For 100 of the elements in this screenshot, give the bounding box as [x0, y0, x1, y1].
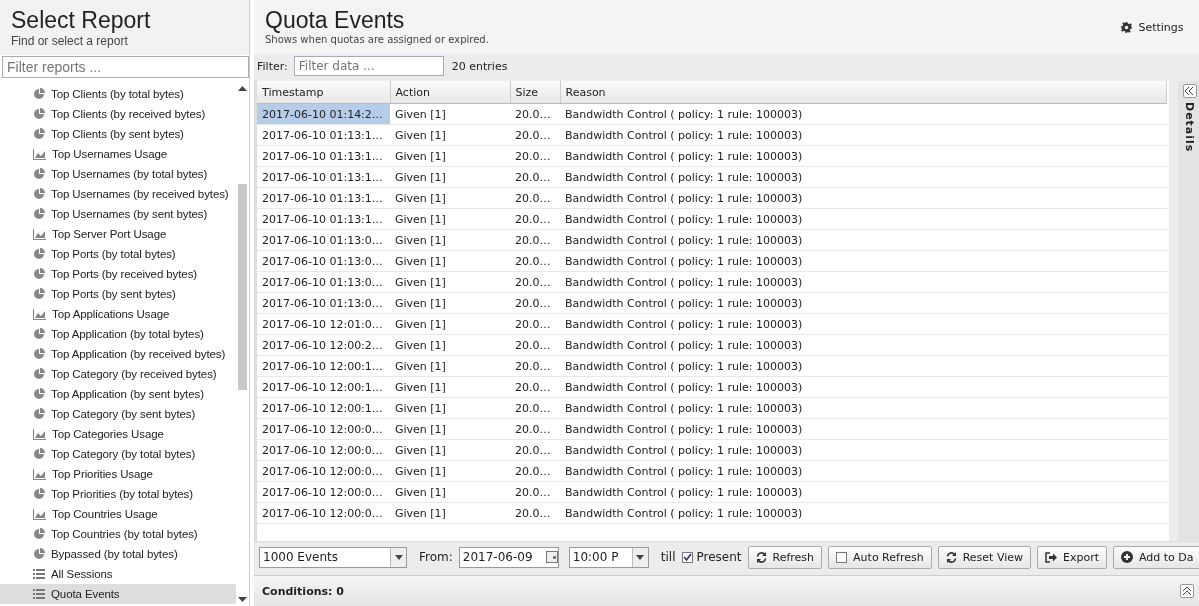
area-chart-icon: [33, 308, 46, 320]
table-cell: Bandwidth Control ( policy: 1 rule: 100003): [560, 208, 1167, 230]
caret-icon: [394, 554, 403, 560]
table-cell: 2017-06-10 01:13:1…: [257, 208, 390, 230]
pie-chart-icon: [33, 448, 45, 460]
table-cell: Given [1]: [390, 418, 510, 440]
area-chart-icon: [33, 468, 46, 480]
report-item[interactable]: Top Clients (by received bytes): [0, 104, 236, 124]
pie-chart-icon: [33, 128, 45, 140]
event-limit-dropdown[interactable]: 1000 Events: [259, 546, 407, 568]
table-cell: Bandwidth Control ( policy: 1 rule: 100003): [560, 397, 1167, 419]
report-item[interactable]: Top Priorities Usage: [0, 464, 236, 484]
table-cell: Given [1]: [390, 271, 510, 293]
report-item[interactable]: Top Countries (by total bytes): [0, 524, 236, 544]
column-header[interactable]: Action: [390, 81, 510, 104]
report-item[interactable]: Top Countries Usage: [0, 504, 236, 524]
table-cell: 20.0…: [510, 103, 560, 125]
report-item[interactable]: Top Application (by received bytes): [0, 344, 236, 364]
table-cell: 20.0…: [510, 124, 560, 146]
table-cell: 2017-06-10 12:01:0…: [257, 313, 390, 335]
settings-icon: [1121, 22, 1133, 33]
settings-button[interactable]: Settings: [1115, 20, 1190, 35]
scroll-up-icon[interactable]: [238, 86, 247, 91]
table-cell: 2017-06-10 01:13:1…: [257, 166, 390, 188]
table-cell: Given [1]: [390, 124, 510, 146]
report-item[interactable]: Top Ports (by received bytes): [0, 264, 236, 284]
table-cell: Bandwidth Control ( policy: 1 rule: 100003): [560, 418, 1167, 440]
table-cell: Given [1]: [390, 376, 510, 398]
area-chart-icon: [33, 228, 46, 240]
toolbar-button[interactable]: Reset View: [937, 545, 1031, 569]
time-dropdown[interactable]: 10:00 P: [568, 546, 649, 568]
pie-chart-icon: [33, 388, 45, 400]
present-label: Present: [696, 550, 742, 564]
report-item[interactable]: Top Usernames Usage: [0, 144, 236, 164]
add-icon: [1121, 551, 1133, 563]
report-item[interactable]: Quota Events: [0, 584, 236, 604]
sidebar-subtitle: Find or select a report: [11, 34, 129, 48]
table-cell: 20.0…: [510, 481, 560, 503]
report-item[interactable]: Top Categories Usage: [0, 424, 236, 444]
scrollbar-thumb[interactable]: [238, 184, 247, 390]
report-item[interactable]: Top Server Port Usage: [0, 224, 236, 244]
pie-chart-icon: [33, 168, 45, 180]
table-cell: 20.0…: [510, 250, 560, 272]
table-cell: Given [1]: [390, 334, 510, 356]
present-checkbox[interactable]: [681, 551, 693, 563]
table-cell: 2017-06-10 12:00:0…: [257, 418, 390, 440]
table-cell: 20.0…: [510, 460, 560, 482]
report-item[interactable]: Top Usernames (by sent bytes): [0, 204, 236, 224]
table-cell: 2017-06-10 01:13:1…: [257, 187, 390, 209]
table-cell: Given [1]: [390, 166, 510, 188]
table-cell: Given [1]: [390, 103, 510, 125]
table-cell: 2017-06-10 01:14:2…: [257, 103, 390, 125]
table-cell: Bandwidth Control ( policy: 1 rule: 100003): [560, 124, 1167, 146]
table-cell: 20.0…: [510, 502, 560, 524]
refresh-icon: [755, 551, 767, 563]
conditions-label: Conditions: 0: [262, 584, 344, 598]
table-cell: 20.0…: [510, 229, 560, 251]
checkbox[interactable]: [836, 551, 848, 563]
report-item[interactable]: Bypassed (by total bytes): [0, 544, 236, 564]
report-item[interactable]: All Sessions: [0, 564, 236, 584]
report-filter-field[interactable]: Filter reports ...: [2, 56, 249, 78]
report-item[interactable]: Top Applications Usage: [0, 304, 236, 324]
column-header[interactable]: Reason: [560, 81, 1167, 104]
collapse-button[interactable]: [1182, 84, 1197, 98]
toolbar-button[interactable]: Refresh: [747, 545, 823, 569]
date-field[interactable]: 2017-06-09: [458, 546, 559, 568]
report-item[interactable]: Top Application (by sent bytes): [0, 384, 236, 404]
refresh-icon: [945, 551, 957, 563]
report-item[interactable]: Top Ports (by sent bytes): [0, 284, 236, 304]
table-cell: 2017-06-10 01:13:1…: [257, 145, 390, 167]
report-item[interactable]: Top Usernames (by total bytes): [0, 164, 236, 184]
column-header[interactable]: Size: [510, 81, 560, 104]
report-item[interactable]: Top Clients (by total bytes): [0, 84, 236, 104]
report-item[interactable]: Top Priorities (by total bytes): [0, 484, 236, 504]
pie-chart-icon: [33, 328, 45, 340]
table-cell: Bandwidth Control ( policy: 1 rule: 100003): [560, 250, 1167, 272]
report-item[interactable]: Top Ports (by total bytes): [0, 244, 236, 264]
report-item[interactable]: Top Category (by total bytes): [0, 444, 236, 464]
expand-button[interactable]: [1179, 584, 1194, 598]
toolbar-button[interactable]: Add to Da: [1113, 545, 1199, 569]
data-filter-field[interactable]: Filter data ...: [293, 56, 444, 76]
toolbar-button[interactable]: Auto Refresh: [828, 545, 932, 569]
table-cell: 20.0…: [510, 397, 560, 419]
area-chart-icon: [33, 428, 46, 440]
table-cell: Bandwidth Control ( policy: 1 rule: 100003): [560, 439, 1167, 461]
report-item[interactable]: Top Clients (by sent bytes): [0, 124, 236, 144]
pie-chart-icon: [33, 528, 45, 540]
report-item[interactable]: Top Category (by received bytes): [0, 364, 236, 384]
toolbar-button[interactable]: Export: [1037, 545, 1107, 569]
scroll-down-icon[interactable]: [238, 597, 247, 602]
caret-icon: [636, 554, 645, 560]
report-item[interactable]: Top Application (by total bytes): [0, 324, 236, 344]
report-item[interactable]: Top Usernames (by received bytes): [0, 184, 236, 204]
table-cell: 20.0…: [510, 334, 560, 356]
sidebar-title: Select Report: [11, 6, 152, 34]
pie-chart-icon: [33, 108, 45, 120]
column-header[interactable]: Timestamp: [257, 81, 390, 104]
details-tab[interactable]: Details: [1183, 102, 1197, 153]
report-item[interactable]: Top Category (by sent bytes): [0, 404, 236, 424]
calendar-icon[interactable]: [545, 551, 558, 563]
